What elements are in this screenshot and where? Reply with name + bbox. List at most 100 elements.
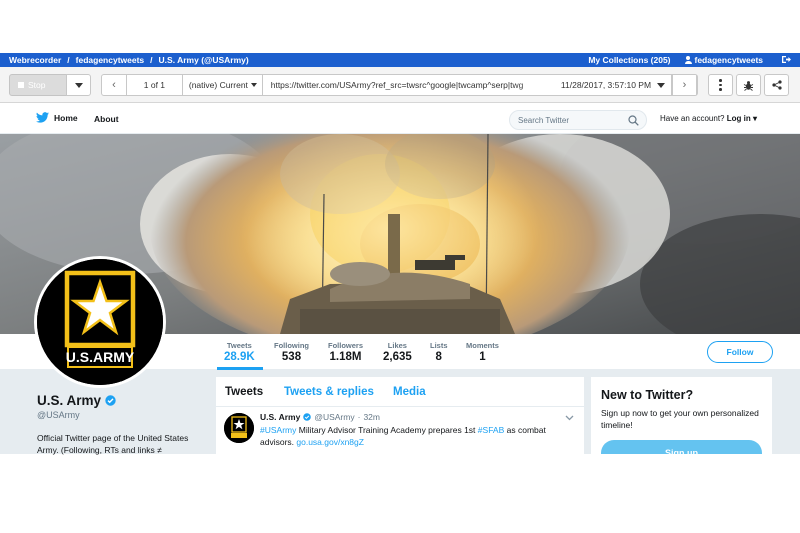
tweet-header: U.S. Army @USArmy · 32m: [260, 412, 380, 422]
search-input[interactable]: Search Twitter: [509, 110, 647, 130]
verified-badge-icon: [303, 413, 312, 421]
tweet-text: #USArmy Military Advisor Training Academ…: [260, 424, 560, 448]
tweet-author-name[interactable]: U.S. Army: [260, 412, 300, 422]
about-nav-link[interactable]: About: [94, 114, 119, 124]
twitter-top-nav: Home About Search Twitter Have an accoun…: [0, 103, 800, 134]
collection-breadcrumb-link[interactable]: fedagencytweets: [76, 55, 145, 65]
screenshot-stage: Webrecorder / fedagencytweets / U.S. Arm…: [0, 0, 800, 533]
chevron-down-icon: [657, 82, 666, 88]
webrecorder-header: Webrecorder / fedagencytweets / U.S. Arm…: [0, 53, 800, 67]
webrecorder-brand-link[interactable]: Webrecorder: [9, 55, 61, 65]
timeline-tabs: Tweets Tweets & replies Media: [216, 377, 584, 407]
url-text: https://twitter.com/USArmy?ref_src=twsrc…: [270, 80, 524, 90]
signup-title: New to Twitter?: [601, 388, 694, 402]
tab-media[interactable]: Media: [393, 386, 426, 398]
signup-button[interactable]: Sign up: [601, 440, 762, 454]
login-dropdown[interactable]: Log in ▾: [727, 114, 757, 123]
follow-button[interactable]: Follow: [707, 341, 773, 363]
stat-label: Likes: [387, 341, 407, 350]
chevron-down-icon: [250, 83, 257, 87]
tweet-timestamp[interactable]: 32m: [363, 412, 380, 422]
bug-report-button[interactable]: [736, 74, 761, 96]
back-arrow-icon[interactable]: ‹: [102, 75, 127, 95]
tweet-separator: ·: [357, 412, 361, 422]
breadcrumb-separator: /: [67, 55, 70, 65]
url-input[interactable]: https://twitter.com/USArmy?ref_src=twsrc…: [263, 75, 673, 95]
timestamp-selector[interactable]: 11/28/2017, 3:57:10 PM: [511, 75, 672, 95]
home-nav-link[interactable]: Home: [36, 112, 78, 123]
login-area: Have an account? Log in ▾: [660, 114, 757, 123]
search-icon: [628, 115, 639, 126]
breadcrumb-separator: /: [150, 55, 153, 65]
army-logo: U.S.ARMY: [37, 259, 163, 385]
stop-label: Stop: [28, 80, 46, 90]
header-right-group: My Collections (205) fedagencytweets: [588, 55, 791, 66]
stat-value: 2,635: [383, 351, 412, 363]
page-breadcrumb: U.S. Army (@USArmy): [158, 55, 249, 65]
signup-panel: New to Twitter? Sign up now to get your …: [591, 377, 772, 454]
tweet-url-link[interactable]: go.usa.gov/xn8gZ: [296, 437, 364, 447]
stat-label: Followers: [328, 341, 364, 350]
share-button[interactable]: [764, 74, 789, 96]
profile-sidebar: U.S. Army @USArmy Official Twitter page …: [37, 393, 207, 456]
tab-tweets[interactable]: Tweets: [225, 386, 263, 398]
profile-name-text: U.S. Army: [37, 393, 102, 408]
mode-label: (native) Current: [188, 80, 248, 90]
logout-icon[interactable]: [781, 55, 791, 66]
mode-selector[interactable]: (native) Current: [183, 75, 263, 95]
tab-tweets-and-replies[interactable]: Tweets & replies: [284, 386, 374, 398]
verified-badge-icon: [105, 395, 116, 406]
login-label: Log in: [726, 114, 751, 123]
more-vertical-icon: [719, 79, 722, 91]
stop-icon: [18, 82, 24, 88]
search-placeholder: Search Twitter: [518, 115, 569, 125]
have-account-text: Have an account?: [660, 114, 725, 123]
user-icon: [684, 56, 692, 64]
stat-value: 1: [479, 351, 486, 363]
stat-label: Lists: [430, 341, 448, 350]
share-icon: [771, 80, 782, 90]
replay-toolbar: Stop ‹ 1 of 1 (native) Current https://t…: [0, 67, 800, 103]
profile-bio: Official Twitter page of the United Stat…: [37, 433, 189, 455]
stat-label: Tweets: [226, 341, 252, 350]
capture-timestamp: 11/28/2017, 3:57:10 PM: [560, 80, 652, 90]
profile-avatar[interactable]: U.S.ARMY: [34, 256, 166, 388]
likes-stat[interactable]: Likes 2,635: [383, 341, 412, 363]
hashtag-link[interactable]: #USArmy: [260, 425, 296, 435]
profile-handle[interactable]: @USArmy: [37, 410, 207, 420]
stat-label: Moments: [466, 341, 499, 350]
stat-value: 1.18M: [329, 351, 362, 363]
stop-dropdown-button[interactable]: [66, 74, 91, 96]
signup-description: Sign up now to get your own personalized…: [601, 408, 759, 430]
stat-value: 8: [435, 351, 442, 363]
user-menu[interactable]: fedagencytweets: [684, 55, 764, 65]
timeline-panel: Tweets Tweets & replies Media U.S. Army …: [216, 377, 584, 454]
profile-name[interactable]: U.S. Army: [37, 393, 207, 408]
username-label: fedagencytweets: [694, 55, 764, 65]
navigation-group: ‹ 1 of 1 (native) Current https://twitte…: [101, 74, 698, 96]
hashtag-link[interactable]: #SFAB: [478, 425, 504, 435]
tweet-text-segment: Military Advisor Training Academy prepar…: [296, 425, 478, 435]
forward-arrow-icon[interactable]: ›: [672, 75, 697, 95]
following-stat[interactable]: Following 538: [274, 341, 309, 363]
tweets-stat[interactable]: Tweets 28.9K: [224, 341, 255, 363]
more-options-button[interactable]: [708, 74, 733, 96]
my-collections-link[interactable]: My Collections (205): [588, 55, 670, 65]
twitter-bird-icon: [36, 112, 49, 123]
moments-stat[interactable]: Moments 1: [466, 341, 499, 363]
bug-icon: [743, 80, 754, 91]
stop-button[interactable]: Stop: [9, 74, 67, 96]
page-counter: 1 of 1: [127, 75, 183, 95]
followers-stat[interactable]: Followers 1.18M: [328, 341, 363, 363]
stat-value: 28.9K: [224, 351, 255, 363]
tweet-avatar[interactable]: [224, 413, 254, 443]
tweet-author-handle[interactable]: @USArmy: [314, 412, 354, 422]
army-logo-text: U.S.ARMY: [66, 349, 135, 365]
home-label: Home: [54, 112, 78, 123]
lists-stat[interactable]: Lists 8: [430, 341, 448, 363]
stat-label: Following: [274, 341, 309, 350]
tweet-item[interactable]: U.S. Army @USArmy · 32m #USArmy Military…: [216, 407, 584, 454]
chevron-down-icon: [74, 82, 83, 88]
stat-value: 538: [281, 351, 302, 363]
chevron-down-icon[interactable]: [565, 415, 574, 421]
